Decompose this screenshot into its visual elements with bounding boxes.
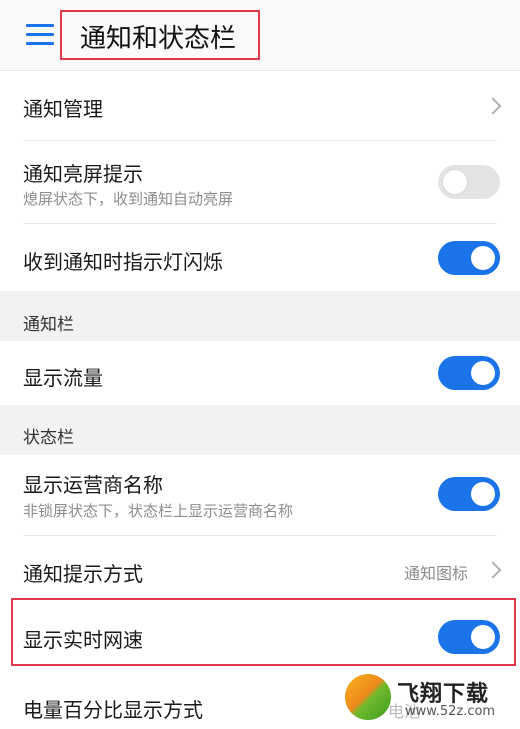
indicator-light-toggle[interactable] (438, 241, 500, 275)
section-label: 状态栏 (23, 428, 74, 448)
notification-style-value: 通知图标 (404, 564, 469, 583)
watermark: 飞翔下载 www.52z.com (345, 672, 520, 729)
notification-wake-screen-row[interactable]: 通知亮屏提示 熄屏状态下，收到通知自动亮屏 (0, 141, 520, 223)
hamburger-menu-icon[interactable] (26, 24, 54, 46)
notification-style-row[interactable]: 通知提示方式 通知图标 (0, 536, 520, 600)
section-label: 通知栏 (23, 315, 74, 335)
battery-percentage-label: 电量百分比显示方式 (23, 698, 203, 722)
section-header-notification-bar: 通知栏 (0, 291, 520, 341)
show-carrier-name-description: 非锁屏状态下，状态栏上显示运营商名称 (23, 502, 294, 520)
show-data-usage-label: 显示流量 (23, 366, 103, 390)
section-header-status-bar: 状态栏 (0, 405, 520, 455)
notification-wake-screen-description: 熄屏状态下，收到通知自动亮屏 (23, 190, 234, 208)
page-title: 通知和状态栏 (80, 24, 237, 54)
show-carrier-name-label: 显示运营商名称 (23, 473, 163, 497)
notification-style-label: 通知提示方式 (23, 562, 143, 586)
chevron-right-icon (484, 97, 502, 115)
notification-wake-screen-label: 通知亮屏提示 (23, 162, 143, 186)
app-bar: 通知和状态栏 (0, 0, 520, 71)
notification-wake-screen-toggle[interactable] (438, 165, 500, 199)
show-data-usage-row[interactable]: 显示流量 (0, 341, 520, 405)
notification-management-row[interactable]: 通知管理 (0, 71, 520, 140)
watermark-logo-icon (345, 674, 391, 720)
indicator-light-row[interactable]: 收到通知时指示灯闪烁 (0, 224, 520, 291)
show-carrier-name-toggle[interactable] (438, 477, 500, 511)
show-carrier-name-row[interactable]: 显示运营商名称 非锁屏状态下，状态栏上显示运营商名称 (0, 455, 520, 535)
show-data-usage-toggle[interactable] (438, 356, 500, 390)
network-speed-highlight-box (11, 598, 516, 666)
chevron-right-icon (484, 561, 502, 579)
watermark-url: www.52z.com (405, 704, 496, 719)
indicator-light-label: 收到通知时指示灯闪烁 (23, 250, 223, 274)
notification-management-label: 通知管理 (23, 97, 103, 121)
